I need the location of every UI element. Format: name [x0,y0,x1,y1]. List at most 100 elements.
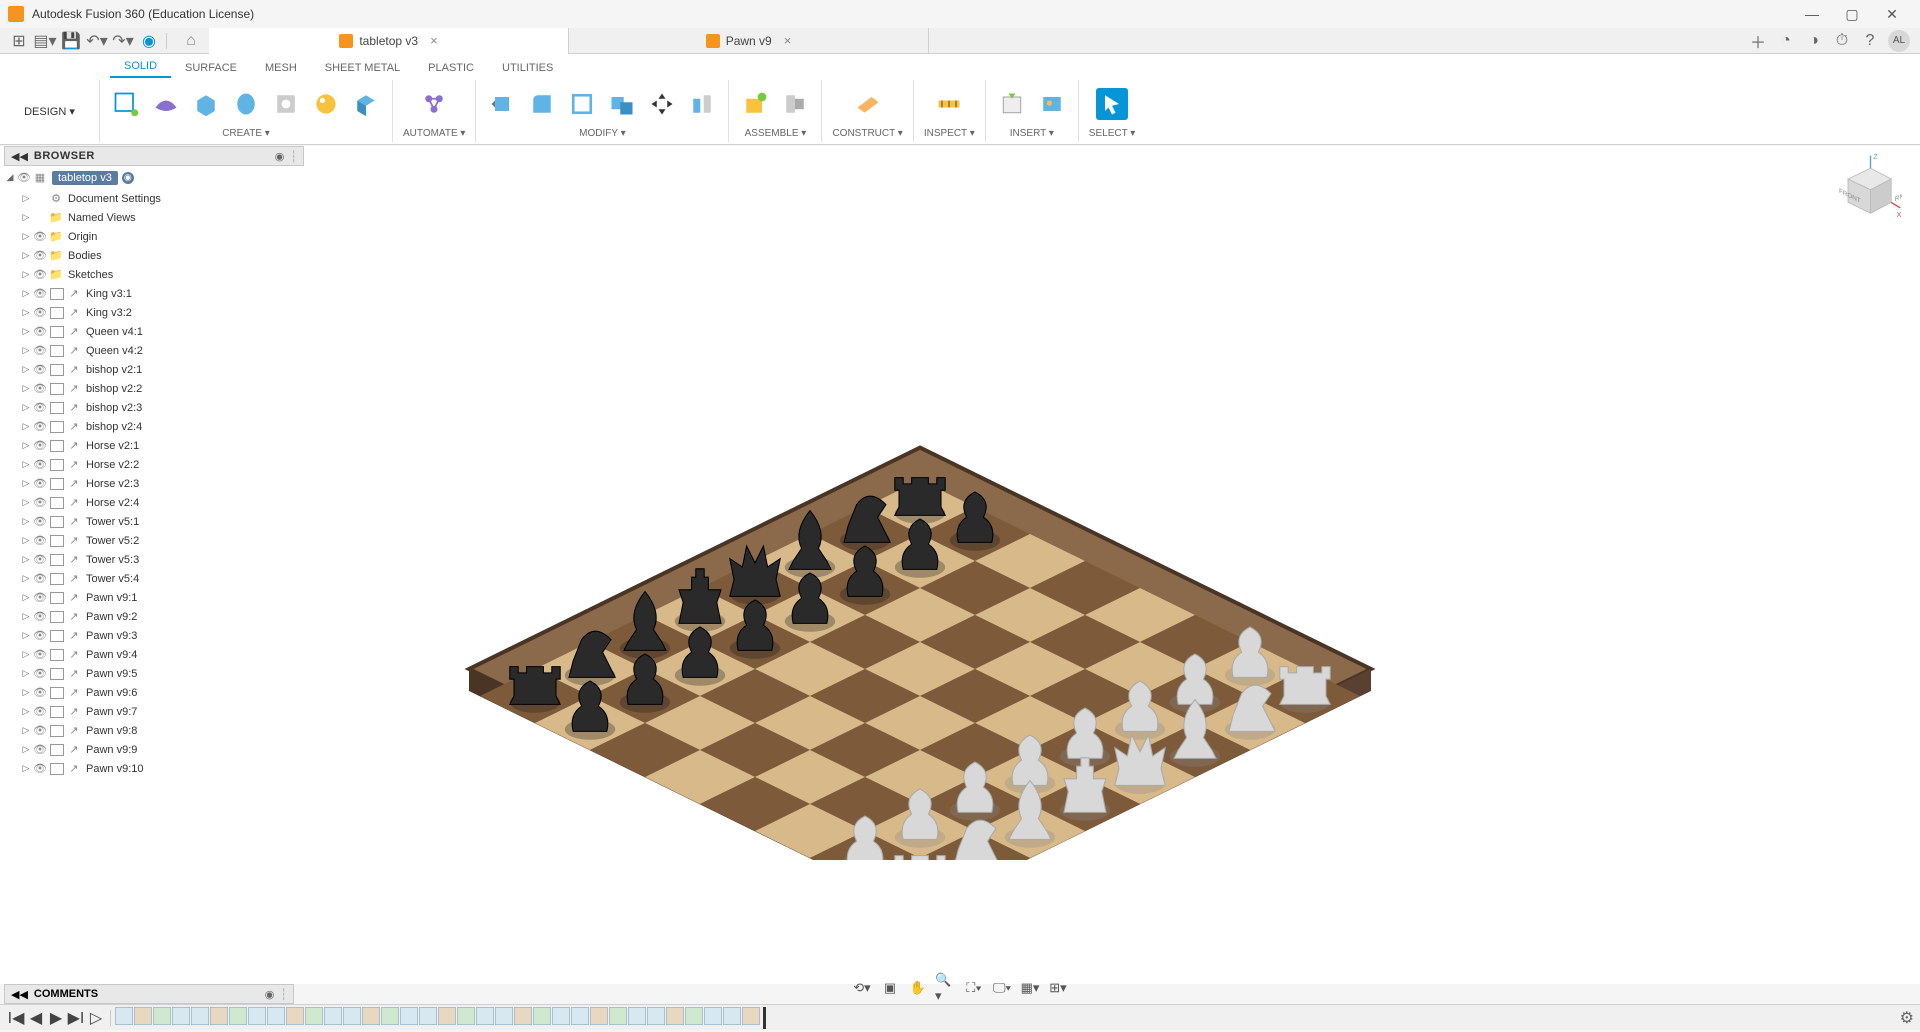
visibility-icon[interactable]: 👁 [32,648,48,661]
timeline-operation[interactable] [153,1007,171,1025]
visibility-icon[interactable]: 👁 [32,515,48,528]
expand-icon[interactable]: ▷ [20,706,32,717]
collapse-icon[interactable]: ◀◀ [11,150,28,163]
save-button[interactable]: 💾 [59,30,83,52]
extension-button[interactable]: ◉ [137,30,161,52]
selection-box-icon[interactable] [50,649,64,661]
home-button[interactable]: ⌂ [177,30,205,52]
timeline-operation[interactable] [514,1007,532,1025]
expand-icon[interactable]: ▷ [20,421,32,432]
visibility-icon[interactable]: 👁 [32,572,48,585]
visibility-icon[interactable]: 👁 [32,591,48,604]
selection-box-icon[interactable] [50,497,64,509]
expand-icon[interactable]: ▷ [20,326,32,337]
selection-box-icon[interactable] [50,459,64,471]
tree-component-item[interactable]: ▷👁↗Tower v5:2 [4,531,304,550]
tree-component-item[interactable]: ▷👁↗bishop v2:1 [4,360,304,379]
revolve-icon[interactable] [230,88,262,120]
timeline-settings-icon[interactable]: ⚙ [1900,1008,1914,1028]
fit-icon[interactable]: ⛶▾ [963,978,985,998]
timeline-operation[interactable] [134,1007,152,1025]
tree-item[interactable]: ▷👁📁Origin [4,227,304,246]
expand-icon[interactable]: ▷ [20,725,32,736]
selection-box-icon[interactable] [50,687,64,699]
display-settings-icon[interactable]: 🖵▾ [991,978,1013,998]
timeline-operation[interactable] [191,1007,209,1025]
tree-item[interactable]: ▷📁Named Views [4,208,304,227]
visibility-icon[interactable]: 👁 [32,686,48,699]
group-label-select[interactable]: SELECT ▾ [1089,126,1136,140]
tree-root[interactable]: ◢ 👁 ▦ tabletop v3 ◉ [4,168,304,187]
group-label-create[interactable]: CREATE ▾ [222,126,270,140]
selection-box-icon[interactable] [50,554,64,566]
close-tab-icon[interactable]: × [430,33,438,48]
group-label-modify[interactable]: MODIFY ▾ [579,126,626,140]
timeline-operation[interactable] [647,1007,665,1025]
job-status-icon[interactable]: ⏱ [1828,30,1856,52]
expand-icon[interactable]: ▷ [20,307,32,318]
timeline-start-button[interactable]: I◀ [6,1008,26,1028]
insert-decal-icon[interactable] [1036,88,1068,120]
viewcube[interactable]: FRONT RIGHT Z X [1830,152,1902,224]
timeline-operation[interactable] [742,1007,760,1025]
comments-settings-icon[interactable]: ◉ [265,988,275,1001]
browser-resize-handle[interactable]: ┆ [290,150,297,163]
selection-box-icon[interactable] [50,326,64,338]
timeline-operation[interactable] [457,1007,475,1025]
new-design-button[interactable]: ＋ [1744,30,1772,52]
orbit-icon[interactable]: ⟲▾ [851,978,873,998]
selection-box-icon[interactable] [50,611,64,623]
visibility-icon[interactable]: 👁 [32,629,48,642]
timeline-operation[interactable] [571,1007,589,1025]
group-label-inspect[interactable]: INSPECT ▾ [924,126,975,140]
visibility-icon[interactable]: 👁 [32,610,48,623]
selection-box-icon[interactable] [50,725,64,737]
visibility-icon[interactable]: 👁 [32,325,48,338]
expand-icon[interactable]: ▷ [20,516,32,527]
tree-component-item[interactable]: ▷👁↗Queen v4:1 [4,322,304,341]
visibility-icon[interactable]: 👁 [32,420,48,433]
ribbon-tab[interactable]: SURFACE [171,58,251,78]
tree-component-item[interactable]: ▷👁↗Pawn v9:7 [4,702,304,721]
group-label-insert[interactable]: INSERT ▾ [1010,126,1054,140]
expand-icon[interactable]: ▷ [20,554,32,565]
emboss-icon[interactable] [310,88,342,120]
ribbon-tab[interactable]: MESH [251,58,311,78]
timeline-operation[interactable] [229,1007,247,1025]
expand-icon[interactable]: ▷ [20,630,32,641]
timeline-operation[interactable] [400,1007,418,1025]
collapse-icon[interactable]: ◀◀ [11,988,28,1001]
tree-component-item[interactable]: ▷👁↗Pawn v9:9 [4,740,304,759]
tree-component-item[interactable]: ▷👁↗Pawn v9:2 [4,607,304,626]
visibility-icon[interactable]: 👁 [32,344,48,357]
user-avatar[interactable]: AL [1888,30,1910,52]
new-component-icon[interactable] [739,88,771,120]
insert-derive-icon[interactable] [996,88,1028,120]
tree-component-item[interactable]: ▷👁↗bishop v2:4 [4,417,304,436]
minimize-button[interactable]: — [1792,0,1832,28]
selection-box-icon[interactable] [50,592,64,604]
timeline-operation[interactable] [590,1007,608,1025]
selection-box-icon[interactable] [50,516,64,528]
selection-box-icon[interactable] [50,573,64,585]
expand-icon[interactable]: ▷ [20,383,32,394]
timeline-operation[interactable] [286,1007,304,1025]
visibility-icon[interactable]: 👁 [32,401,48,414]
tree-component-item[interactable]: ▷👁↗Pawn v9:3 [4,626,304,645]
group-label-assemble[interactable]: ASSEMBLE ▾ [745,126,807,140]
expand-icon[interactable]: ▷ [20,212,32,223]
timeline-operation[interactable] [381,1007,399,1025]
tree-component-item[interactable]: ▷👁↗Horse v2:4 [4,493,304,512]
group-label-automate[interactable]: AUTOMATE ▾ [403,126,465,140]
data-panel-button[interactable]: ⊞ [7,30,31,52]
timeline-operation[interactable] [609,1007,627,1025]
visibility-icon[interactable]: 👁 [32,724,48,737]
expand-icon[interactable]: ▷ [20,478,32,489]
tree-component-item[interactable]: ▷👁↗Tower v5:3 [4,550,304,569]
expand-icon[interactable]: ▷ [20,592,32,603]
tree-component-item[interactable]: ▷👁↗Pawn v9:1 [4,588,304,607]
visibility-icon[interactable]: 👁 [32,458,48,471]
selection-box-icon[interactable] [50,668,64,680]
selection-box-icon[interactable] [50,440,64,452]
selection-box-icon[interactable] [50,364,64,376]
